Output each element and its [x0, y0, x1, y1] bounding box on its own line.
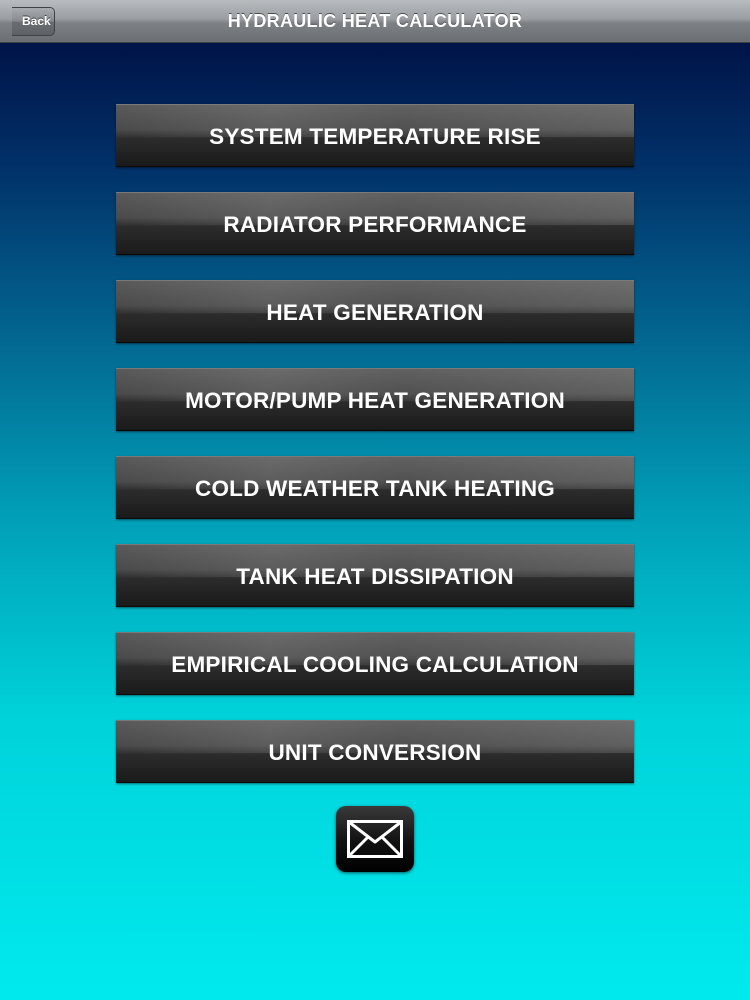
empirical-cooling-calculation-button[interactable]: EMPIRICAL COOLING CALCULATION [116, 632, 634, 695]
back-button-label: Back [22, 14, 51, 28]
back-button[interactable]: Back [12, 7, 55, 36]
envelope-icon [347, 820, 403, 858]
menu-button-label: EMPIRICAL COOLING CALCULATION [171, 652, 579, 677]
calculator-menu: SYSTEM TEMPERATURE RISE RADIATOR PERFORM… [116, 104, 634, 808]
navigation-bar: HYDRAULIC HEAT CALCULATOR Back [0, 0, 750, 43]
menu-button-label: MOTOR/PUMP HEAT GENERATION [185, 388, 565, 413]
unit-conversion-button[interactable]: UNIT CONVERSION [116, 720, 634, 783]
system-temperature-rise-button[interactable]: SYSTEM TEMPERATURE RISE [116, 104, 634, 167]
radiator-performance-button[interactable]: RADIATOR PERFORMANCE [116, 192, 634, 255]
tank-heat-dissipation-button[interactable]: TANK HEAT DISSIPATION [116, 544, 634, 607]
menu-button-label: RADIATOR PERFORMANCE [223, 212, 527, 237]
menu-button-label: TANK HEAT DISSIPATION [236, 564, 514, 589]
page-title: HYDRAULIC HEAT CALCULATOR [227, 11, 523, 31]
email-button[interactable] [336, 806, 414, 872]
screen: HYDRAULIC HEAT CALCULATOR Back SYSTEM TE… [0, 0, 750, 1000]
menu-button-label: SYSTEM TEMPERATURE RISE [209, 124, 541, 149]
menu-button-label: UNIT CONVERSION [268, 740, 482, 765]
heat-generation-button[interactable]: HEAT GENERATION [116, 280, 634, 343]
motor-pump-heat-generation-button[interactable]: MOTOR/PUMP HEAT GENERATION [116, 368, 634, 431]
cold-weather-tank-heating-button[interactable]: COLD WEATHER TANK HEATING [116, 456, 634, 519]
menu-button-label: COLD WEATHER TANK HEATING [195, 476, 555, 501]
menu-button-label: HEAT GENERATION [266, 300, 484, 325]
